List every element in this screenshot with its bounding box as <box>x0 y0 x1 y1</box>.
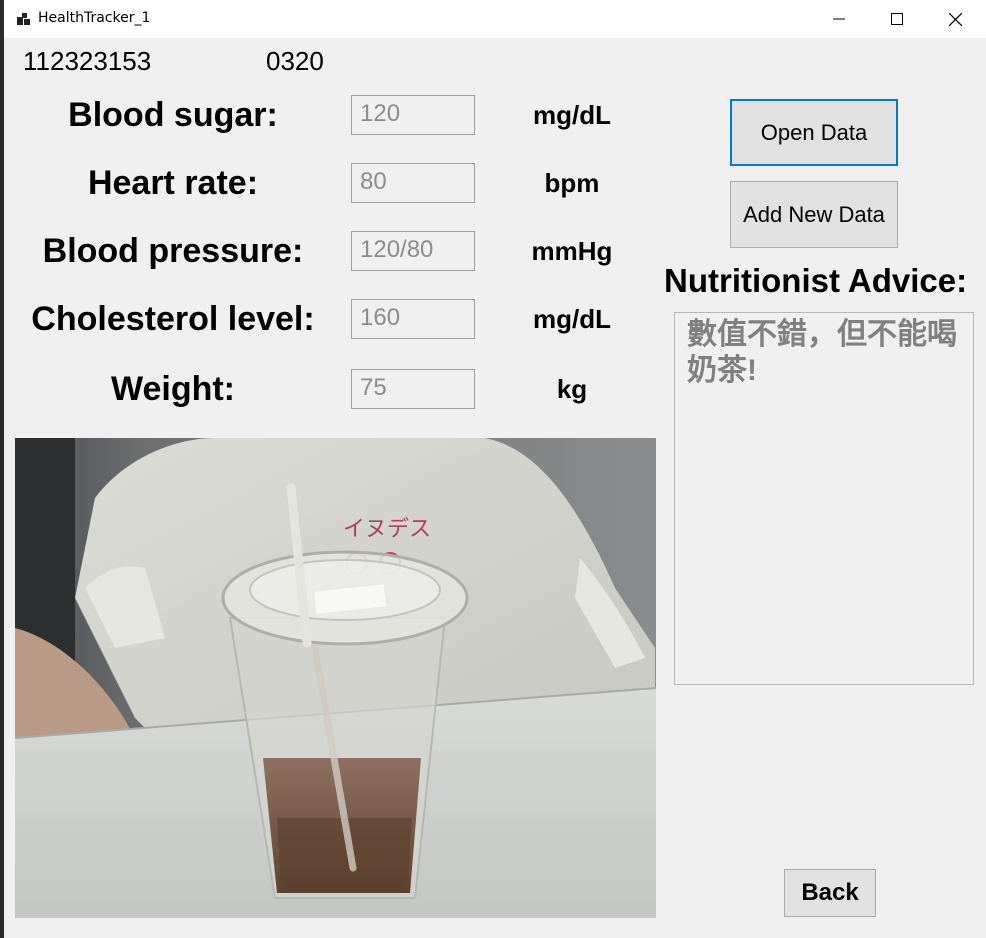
weight-label: Weight: <box>110 370 235 408</box>
cholesterol-level-label: Cholesterol level: <box>31 300 315 338</box>
blood-sugar-unit: mg/dL <box>533 100 611 130</box>
heart-rate-field[interactable]: 80 <box>351 163 475 203</box>
close-icon <box>948 12 962 26</box>
weight-unit: kg <box>556 374 588 404</box>
app-icon <box>17 13 30 25</box>
blood-sugar-field[interactable]: 120 <box>351 95 475 135</box>
blood-sugar-label: Blood sugar: <box>68 96 278 134</box>
heart-rate-unit: bpm <box>544 168 600 198</box>
title-bar[interactable]: HealthTracker_1 <box>4 0 986 38</box>
tshirt-text: イヌデス <box>343 517 431 542</box>
maximize-icon <box>891 13 903 25</box>
advice-textbox[interactable]: 數值不錯，但不能喝奶茶! <box>674 312 974 685</box>
advice-title: Nutritionist Advice: <box>664 262 968 299</box>
minimize-icon <box>833 18 845 20</box>
back-button[interactable]: Back <box>784 869 876 917</box>
minimize-button[interactable] <box>810 0 868 38</box>
photo-drawing: イヌデス <box>15 438 656 918</box>
blood-pressure-label: Blood pressure: <box>42 232 304 270</box>
heart-rate-label: Heart rate: <box>87 164 259 202</box>
weight-field[interactable]: 75 <box>351 369 475 409</box>
maximize-button[interactable] <box>868 0 926 38</box>
add-new-data-button[interactable]: Add New Data <box>730 181 898 248</box>
cholesterol-level-field[interactable]: 160 <box>351 299 475 339</box>
open-data-button[interactable]: Open Data <box>730 99 898 166</box>
blood-pressure-field[interactable]: 120/80 <box>351 231 475 271</box>
window-title: HealthTracker_1 <box>38 10 151 26</box>
food-photo: イヌデス <box>15 438 656 918</box>
student-id-label: 112323153 <box>23 46 152 76</box>
app-window: HealthTracker_1 112323153 0320 Blood sug… <box>4 0 986 938</box>
cholesterol-level-unit: mg/dL <box>533 304 611 334</box>
code-label: 0320 <box>266 46 324 76</box>
blood-pressure-unit: mmHg <box>531 236 613 266</box>
close-button[interactable] <box>926 0 984 38</box>
